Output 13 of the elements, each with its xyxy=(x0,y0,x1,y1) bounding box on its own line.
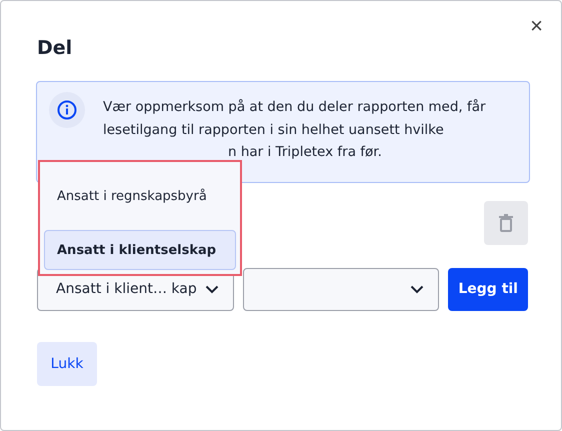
dialog-title: Del xyxy=(37,37,72,59)
chevron-down-icon xyxy=(205,284,220,294)
info-icon xyxy=(57,100,77,120)
trash-icon xyxy=(499,214,513,232)
chevron-down-icon xyxy=(410,284,424,294)
notice-text-fragment: n har i Tripletex fra før. xyxy=(227,143,383,162)
close-dialog-button[interactable]: Lukk xyxy=(37,342,97,386)
dropdown-option[interactable]: Ansatt i regnskapsbyrå xyxy=(44,176,236,216)
user-select[interactable] xyxy=(243,268,440,310)
close-button[interactable]: × xyxy=(526,15,547,37)
dropdown-option[interactable]: Ansatt i klientselskap xyxy=(44,230,236,270)
delete-button[interactable] xyxy=(484,200,528,244)
add-button[interactable]: Legg til xyxy=(448,268,528,310)
